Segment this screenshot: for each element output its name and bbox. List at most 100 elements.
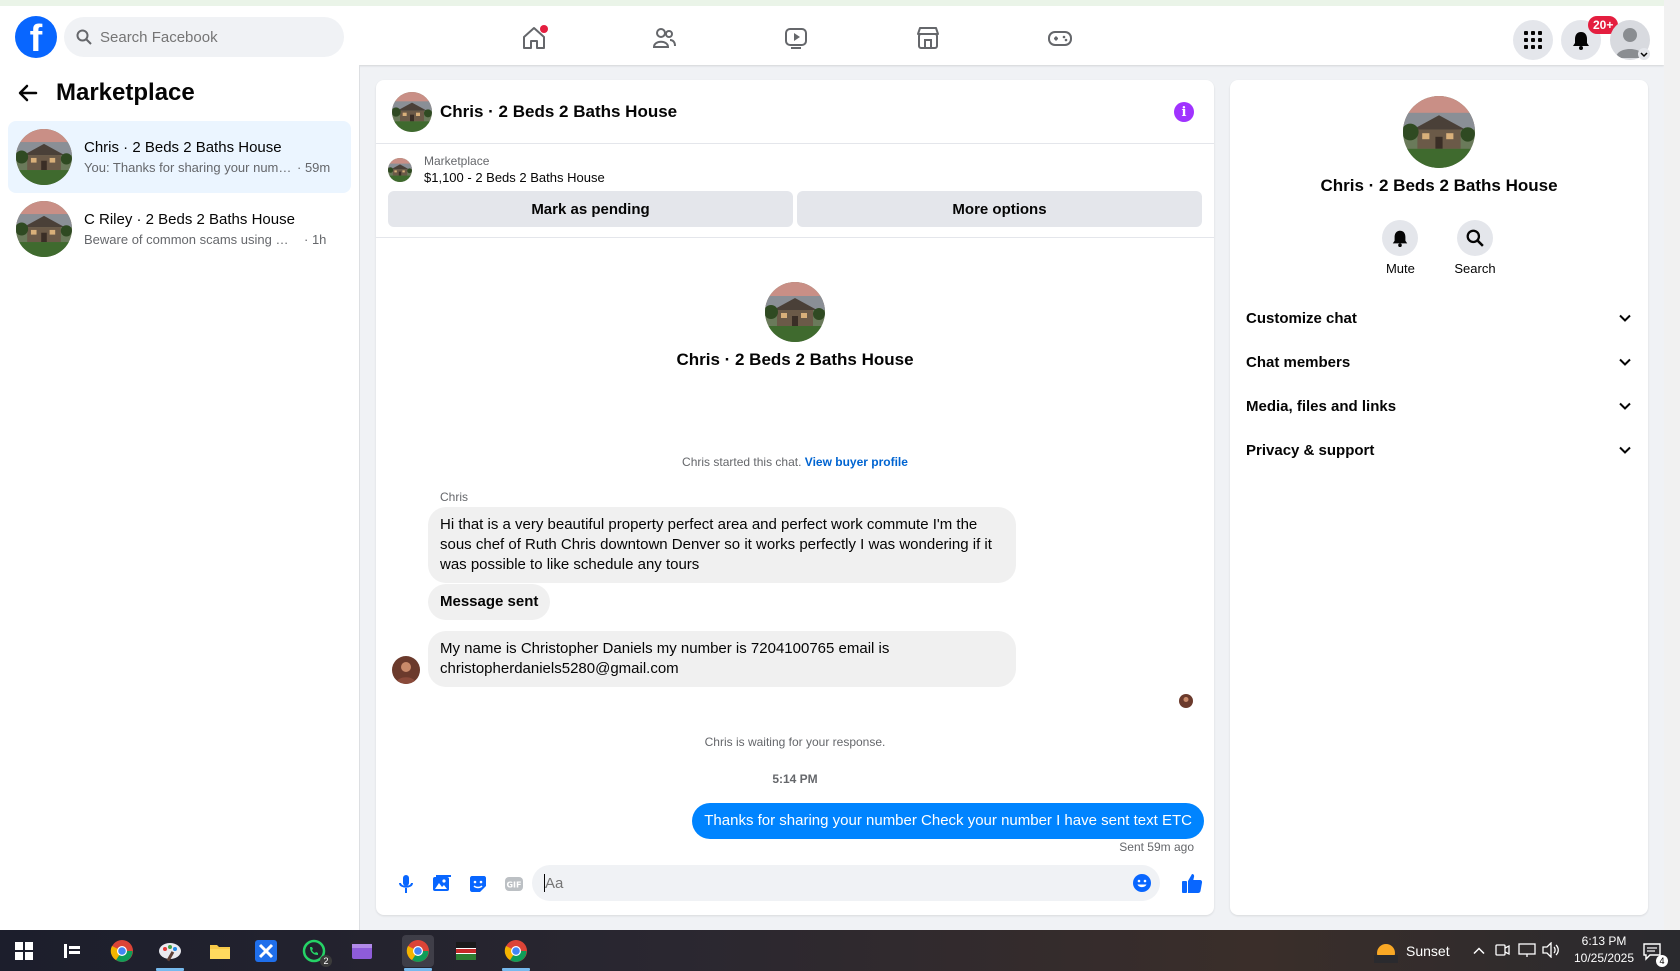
account-chevron-icon[interactable] [1638, 48, 1650, 60]
taskbar-chrome[interactable] [106, 935, 138, 967]
chat-profile-header: Chris · 2 Beds 2 Baths House [376, 282, 1214, 370]
search-input[interactable] [100, 28, 320, 46]
chevron-up-icon[interactable] [1472, 944, 1486, 958]
listing-banner: Marketplace $1,100 - 2 Beds 2 Baths Hous… [376, 144, 1214, 238]
conversation-snippet: Beware of common scams using pay... [84, 232, 294, 247]
clock-date[interactable]: 10/25/2025 [1566, 951, 1642, 965]
conversation-name: C Riley · 2 Beds 2 Baths House [84, 211, 295, 228]
search-facebook[interactable] [64, 17, 344, 57]
mute-label: Mute [1385, 261, 1415, 276]
weather-sun-icon [1374, 944, 1398, 963]
section-privacy-support[interactable]: Privacy & support [1230, 428, 1648, 472]
sticker-icon [470, 876, 486, 892]
windows-logo-icon [15, 942, 33, 960]
message-bubble-received[interactable]: Hi that is a very beautiful property per… [428, 507, 1016, 583]
friends-icon [652, 28, 676, 48]
task-view-button[interactable] [56, 935, 88, 967]
chrome-icon [110, 940, 133, 962]
network-icon[interactable] [1518, 942, 1536, 958]
facebook-logo-icon[interactable]: f [15, 16, 57, 58]
taskbar-file-explorer[interactable] [204, 935, 236, 967]
nav-gaming[interactable] [1044, 22, 1076, 54]
message-input[interactable] [545, 874, 1085, 892]
page-scrollbar[interactable] [1664, 0, 1680, 930]
thumbs-up-icon [1182, 874, 1203, 893]
search-in-chat-button[interactable]: Search [1454, 220, 1496, 276]
conversation-item-chris[interactable]: Chris · 2 Beds 2 Baths House You: Thanks… [8, 121, 351, 193]
listing-price-title[interactable]: $1,100 - 2 Beds 2 Baths House [424, 170, 605, 185]
voice-clip-button[interactable] [388, 866, 424, 902]
chevron-down-icon [1619, 446, 1631, 454]
section-media-files-links[interactable]: Media, files and links [1230, 384, 1648, 428]
nav-marketplace[interactable] [912, 22, 944, 54]
gif-icon: GIF [505, 877, 523, 891]
marketplace-icon [917, 27, 939, 49]
section-label: Chat members [1246, 353, 1351, 371]
more-options-button[interactable]: More options [797, 191, 1202, 227]
sticker-button[interactable] [460, 866, 496, 902]
bell-icon [1393, 230, 1408, 247]
mark-as-pending-button[interactable]: Mark as pending [388, 191, 793, 227]
taskbar-chrome-profile[interactable] [402, 935, 434, 971]
chat-panel: Chris · 2 Beds 2 Baths House i Marketpla… [376, 80, 1214, 915]
video-editor-icon [352, 944, 372, 959]
mute-button[interactable]: Mute [1382, 220, 1419, 276]
gif-button[interactable]: GIF [496, 866, 532, 902]
meet-now-icon[interactable] [1494, 942, 1510, 958]
details-thumbnail[interactable] [1403, 96, 1475, 168]
weather-label[interactable]: Sunset [1406, 943, 1450, 959]
profile-name: Chris · 2 Beds 2 Baths House [676, 350, 914, 369]
taskbar-app-media[interactable] [450, 935, 482, 967]
bell-icon [1573, 32, 1589, 50]
conversation-snippet: You: Thanks for sharing your numbe... [84, 160, 294, 175]
section-customize-chat[interactable]: Customize chat [1230, 296, 1648, 340]
message-bubble-received[interactable]: My name is Christopher Daniels my number… [428, 631, 1016, 687]
start-button[interactable] [8, 935, 40, 967]
taskbar-whatsapp[interactable]: 2 [298, 935, 332, 967]
chevron-down-icon [1619, 358, 1631, 366]
action-center-button[interactable]: 4 [1638, 935, 1668, 967]
taskbar-chrome-2[interactable] [500, 935, 532, 971]
info-icon[interactable]: i [1174, 102, 1194, 122]
microphone-icon [399, 875, 413, 893]
taskbar-app-paint[interactable] [154, 935, 186, 971]
sidebar-title: Marketplace [56, 79, 195, 106]
section-label: Customize chat [1246, 309, 1357, 327]
taskbar-app-purple[interactable] [346, 935, 378, 967]
nav-home[interactable] [518, 22, 550, 54]
conversations-sidebar: Marketplace Chris · 2 Beds 2 Baths House… [0, 65, 360, 930]
sender-avatar[interactable] [392, 656, 420, 684]
chat-header: Chris · 2 Beds 2 Baths House i [376, 80, 1214, 144]
message-bubble-sent[interactable]: Thanks for sharing your number Check you… [692, 803, 1204, 839]
section-label: Privacy & support [1246, 441, 1375, 459]
conversation-time: · 1h [304, 232, 327, 247]
search-label: Search [1454, 261, 1496, 276]
attach-photo-button[interactable] [424, 866, 460, 902]
conversation-time: · 59m [297, 160, 331, 175]
profile-thumbnail[interactable] [765, 282, 825, 342]
chat-started-notice: Chris started this chat. View buyer prof… [376, 455, 1214, 469]
clock-time[interactable]: 6:13 PM [1574, 934, 1634, 948]
message-bubble-received[interactable]: Message sent [428, 584, 551, 620]
emoji-icon[interactable] [1132, 873, 1152, 893]
section-label: Media, files and links [1246, 397, 1397, 415]
section-chat-members[interactable]: Chat members [1230, 340, 1648, 384]
windows-taskbar: 2 Sunset 6:13 PM 10/25/2025 4 [0, 930, 1680, 971]
conversation-item-c-riley[interactable]: C Riley · 2 Beds 2 Baths House Beware of… [8, 193, 351, 265]
grid-menu-icon [1524, 31, 1542, 49]
nav-friends[interactable] [648, 22, 680, 54]
message-input-box[interactable] [532, 865, 1160, 901]
taskbar-app-blue[interactable] [250, 935, 282, 967]
volume-icon[interactable] [1542, 942, 1560, 958]
back-arrow-icon[interactable] [18, 83, 38, 103]
chat-title[interactable]: Chris · 2 Beds 2 Baths House [440, 102, 677, 122]
message-timestamp: 5:14 PM [772, 772, 818, 786]
nav-video[interactable] [780, 22, 812, 54]
like-button[interactable] [1174, 865, 1210, 901]
home-notification-dot [540, 25, 548, 33]
media-app-icon [456, 942, 476, 960]
listing-thumbnail[interactable] [388, 158, 412, 182]
chat-header-thumbnail[interactable] [392, 92, 432, 132]
menu-button[interactable] [1513, 20, 1553, 60]
view-buyer-profile-link[interactable]: View buyer profile [805, 455, 908, 469]
